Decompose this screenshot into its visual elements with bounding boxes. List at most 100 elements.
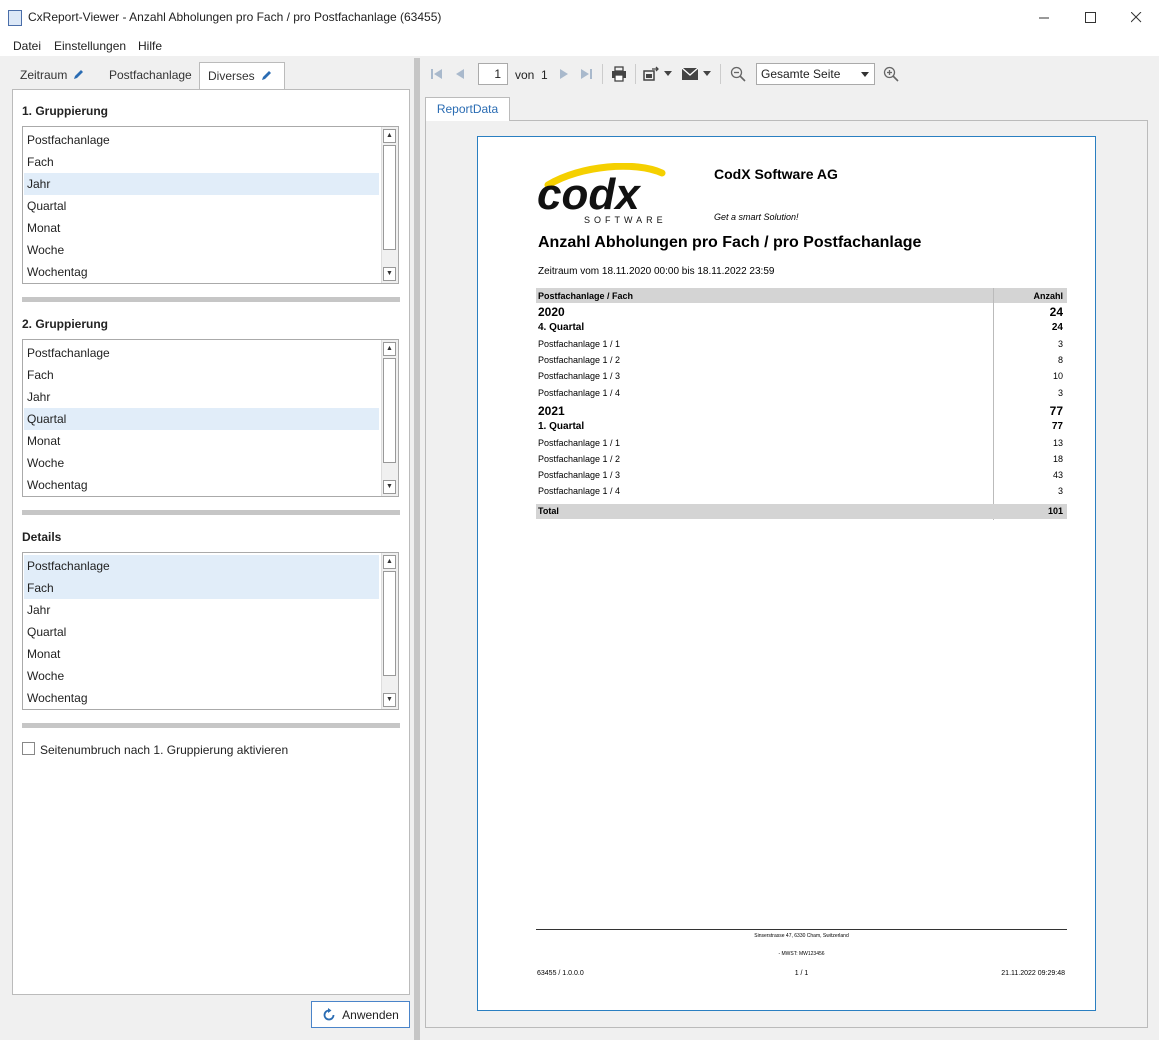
- list-item[interactable]: Wochentag: [24, 474, 379, 496]
- footer-address: Sinserstrasse 47, 6330 Cham, Switzerland: [754, 933, 849, 939]
- group1-scrollbar[interactable]: ▲ ▼: [381, 127, 398, 283]
- table-row: Postfachanlage 1 / 1 3: [536, 339, 1067, 355]
- footer-vat: - MWST: MW123456: [778, 951, 825, 957]
- app-icon: [8, 10, 22, 26]
- email-dropdown[interactable]: [700, 64, 714, 84]
- list-item[interactable]: Quartal: [24, 408, 379, 430]
- page-break-checkbox[interactable]: [22, 742, 35, 755]
- page-number-input[interactable]: 1: [478, 63, 508, 85]
- menu-datei[interactable]: Datei: [13, 39, 41, 53]
- group2-scrollbar[interactable]: ▲ ▼: [381, 340, 398, 496]
- menu-hilfe[interactable]: Hilfe: [138, 39, 162, 53]
- list-item[interactable]: Jahr: [24, 386, 379, 408]
- codx-logo: codx SOFTWARE: [537, 163, 666, 225]
- scroll-up-icon[interactable]: ▲: [383, 555, 396, 569]
- first-page-button[interactable]: [427, 64, 447, 84]
- next-page-button[interactable]: [554, 64, 574, 84]
- scroll-up-icon[interactable]: ▲: [383, 129, 396, 143]
- toolbar-separator: [602, 64, 603, 84]
- table-row: Postfachanlage 1 / 3 43: [536, 470, 1067, 486]
- row-label: Postfachanlage 1 / 4: [538, 486, 621, 497]
- toolbar-separator: [720, 64, 721, 84]
- group2-divider[interactable]: [22, 510, 400, 515]
- total-label: Total: [538, 506, 559, 516]
- row-label: 4. Quartal: [538, 322, 585, 333]
- table-row: Postfachanlage 1 / 2 8: [536, 355, 1067, 371]
- list-item[interactable]: Quartal: [24, 195, 379, 217]
- table-row: 2020 24: [536, 305, 1067, 321]
- close-icon: [1130, 11, 1141, 22]
- row-label: 2021: [538, 403, 565, 418]
- list-item[interactable]: Woche: [24, 452, 379, 474]
- row-label: Postfachanlage 1 / 3: [538, 470, 621, 481]
- tab-zeitraum-label: Zeitraum: [20, 68, 68, 82]
- tab-diverses-label: Diverses: [208, 69, 255, 83]
- row-value: 43: [1052, 470, 1063, 481]
- scroll-down-icon[interactable]: ▼: [383, 693, 396, 707]
- list-item[interactable]: Wochentag: [24, 687, 379, 709]
- row-value: 24: [1051, 322, 1063, 333]
- row-label: Postfachanlage 1 / 2: [538, 355, 621, 366]
- details-listbox[interactable]: Postfachanlage Fach Jahr Quartal Monat W…: [22, 552, 399, 710]
- tab-diverses[interactable]: Diverses: [199, 62, 285, 90]
- scroll-down-icon[interactable]: ▼: [383, 267, 396, 281]
- zoom-value: Gesamte Seite: [761, 67, 841, 81]
- email-button[interactable]: [680, 64, 700, 84]
- minimize-button[interactable]: [1021, 0, 1067, 34]
- row-value: 3: [1057, 486, 1063, 497]
- list-item[interactable]: Quartal: [24, 621, 379, 643]
- print-button[interactable]: [609, 64, 629, 84]
- total-value: 101: [1047, 506, 1063, 516]
- list-item[interactable]: Fach: [24, 151, 379, 173]
- scroll-up-icon[interactable]: ▲: [383, 342, 396, 356]
- scroll-thumb[interactable]: [383, 358, 396, 463]
- apply-button[interactable]: Anwenden: [311, 1001, 410, 1028]
- details-scrollbar[interactable]: ▲ ▼: [381, 553, 398, 709]
- tab-zeitraum[interactable]: Zeitraum: [12, 62, 100, 88]
- tab-postfachanlage[interactable]: Postfachanlage: [101, 62, 201, 88]
- details-divider[interactable]: [22, 723, 400, 728]
- printer-icon: [612, 66, 626, 82]
- list-item[interactable]: Fach: [24, 577, 379, 599]
- page-break-label: Seitenumbruch nach 1. Gruppierung aktivi…: [40, 743, 289, 757]
- close-button[interactable]: [1113, 0, 1159, 34]
- export-button[interactable]: [641, 64, 661, 84]
- previous-page-button[interactable]: [450, 64, 470, 84]
- menu-einstellungen[interactable]: Einstellungen: [54, 39, 126, 53]
- group2-title: 2. Gruppierung: [22, 317, 109, 331]
- list-item[interactable]: Monat: [24, 643, 379, 665]
- col-postfachanlage-header: Postfachanlage / Fach: [538, 291, 634, 301]
- list-item[interactable]: Monat: [24, 217, 379, 239]
- list-item[interactable]: Fach: [24, 364, 379, 386]
- scroll-down-icon[interactable]: ▼: [383, 480, 396, 494]
- export-dropdown[interactable]: [661, 64, 675, 84]
- scroll-thumb[interactable]: [383, 571, 396, 676]
- list-item[interactable]: Wochentag: [24, 261, 379, 283]
- panel-splitter[interactable]: [414, 58, 420, 1040]
- group1-listbox[interactable]: Postfachanlage Fach Jahr Quartal Monat W…: [22, 126, 399, 284]
- zoom-in-button[interactable]: [881, 64, 901, 84]
- details-title: Details: [22, 530, 62, 544]
- list-item[interactable]: Woche: [24, 239, 379, 261]
- last-page-button[interactable]: [576, 64, 596, 84]
- list-item[interactable]: Jahr: [24, 599, 379, 621]
- zoom-out-button[interactable]: [728, 64, 748, 84]
- slogan: Get a smart Solution!: [714, 212, 799, 222]
- list-item[interactable]: Postfachanlage: [24, 342, 379, 364]
- list-item[interactable]: Monat: [24, 430, 379, 452]
- col-anzahl-header: Anzahl: [1033, 291, 1063, 301]
- tab-reportdata[interactable]: ReportData: [425, 97, 510, 121]
- group1-divider[interactable]: [22, 297, 400, 302]
- scroll-thumb[interactable]: [383, 145, 396, 250]
- row-value: 3: [1057, 387, 1063, 398]
- first-page-icon: [431, 69, 442, 79]
- table-total-row: Total 101: [536, 504, 1067, 519]
- maximize-button[interactable]: [1067, 0, 1113, 34]
- list-item[interactable]: Woche: [24, 665, 379, 687]
- page-of-label: von: [515, 68, 535, 82]
- list-item[interactable]: Postfachanlage: [24, 555, 379, 577]
- list-item[interactable]: Postfachanlage: [24, 129, 379, 151]
- list-item[interactable]: Jahr: [24, 173, 379, 195]
- group2-listbox[interactable]: Postfachanlage Fach Jahr Quartal Monat W…: [22, 339, 399, 497]
- zoom-select[interactable]: Gesamte Seite: [756, 63, 875, 85]
